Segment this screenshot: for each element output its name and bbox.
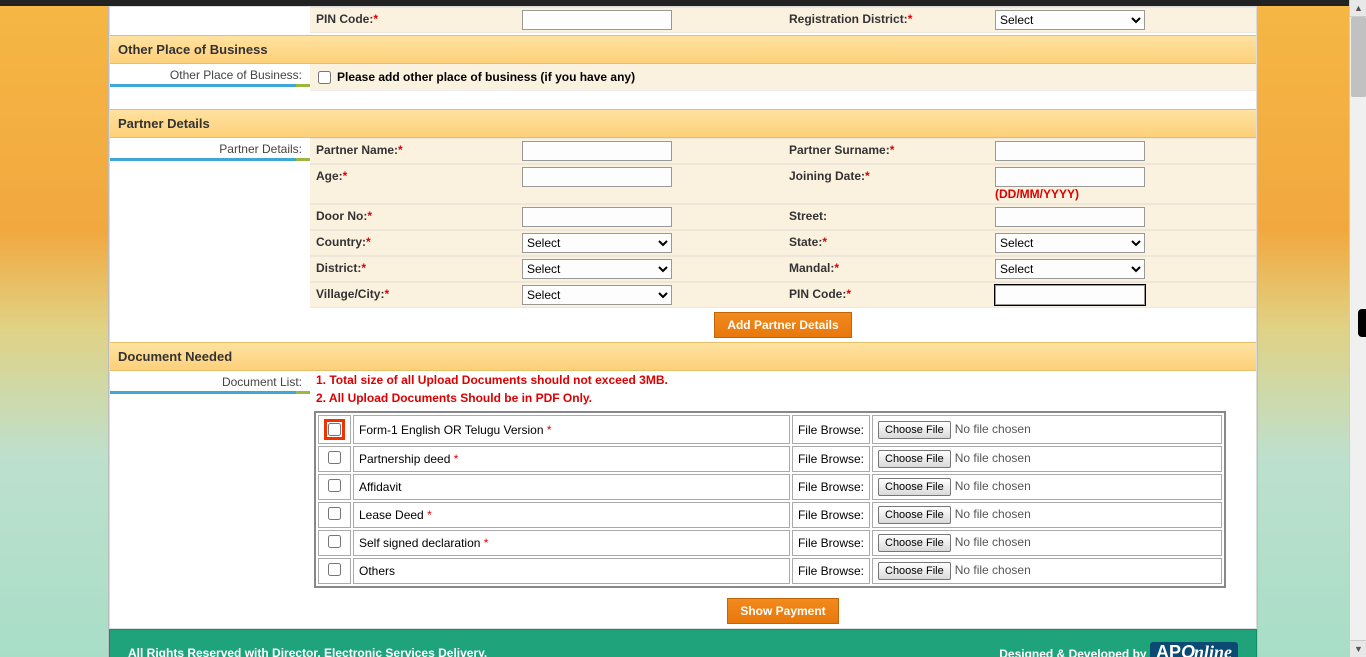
doc-table: Form-1 English OR Telugu Version * File B…: [314, 411, 1226, 588]
opb-checkbox[interactable]: [318, 71, 331, 84]
add-partner-button[interactable]: Add Partner Details: [714, 312, 851, 338]
door-input[interactable]: [522, 207, 672, 227]
no-file-text: No file chosen: [955, 535, 1031, 549]
doc-checkbox[interactable]: [328, 479, 341, 492]
joining-hint: (DD/MM/YYYY): [995, 187, 1254, 201]
doc-checkbox[interactable]: [328, 563, 341, 576]
scroll-down-arrow[interactable]: ▼: [1350, 640, 1366, 657]
mandal-select[interactable]: Select: [995, 259, 1145, 279]
joining-label: Joining Date:: [789, 169, 865, 183]
footer-right: Designed & Developed by: [999, 647, 1146, 657]
footer: All Rights Reserved with Director, Elect…: [109, 629, 1257, 657]
age-label: Age:: [316, 169, 343, 183]
choose-file-button[interactable]: Choose File: [878, 534, 951, 552]
doc-required-mark: *: [427, 508, 432, 522]
doc-name: Affidavit: [359, 480, 401, 494]
partner-surname-label: Partner Surname:: [789, 143, 890, 157]
joining-date-input[interactable]: [995, 167, 1145, 187]
no-file-text: No file chosen: [955, 563, 1031, 577]
pincode2-label: PIN Code:: [789, 287, 846, 301]
doc-name: Form-1 English OR Telugu Version: [359, 423, 547, 437]
doc-section-header: Document Needed: [110, 342, 1256, 371]
mandal-label: Mandal:: [789, 261, 834, 275]
scroll-thumb[interactable]: [1351, 17, 1366, 97]
doc-row: Others File Browse: Choose File No file cho…: [318, 558, 1222, 584]
doc-required-mark: *: [547, 423, 552, 437]
district-select[interactable]: Select: [522, 259, 672, 279]
partner-section-header: Partner Details: [110, 109, 1256, 138]
country-select[interactable]: Select: [522, 233, 672, 253]
partner-surname-input[interactable]: [995, 141, 1145, 161]
file-browse-label: File Browse:: [792, 558, 870, 584]
file-browse-label: File Browse:: [792, 502, 870, 528]
partner-pincode-input[interactable]: [995, 285, 1145, 305]
doc-side-label: Document List:: [110, 371, 310, 394]
doc-note-1: 1. Total size of all Upload Documents sh…: [310, 371, 1256, 389]
partner-name-input[interactable]: [522, 141, 672, 161]
show-payment-button[interactable]: Show Payment: [727, 598, 838, 624]
doc-row: Lease Deed * File Browse: Choose File No fi…: [318, 502, 1222, 528]
choose-file-button[interactable]: Choose File: [878, 478, 951, 496]
choose-file-button[interactable]: Choose File: [878, 421, 951, 439]
doc-checkbox[interactable]: [328, 535, 341, 548]
doc-row: Partnership deed * File Browse: Choose Fil…: [318, 446, 1222, 472]
reg-district-label: Registration District:: [789, 12, 908, 26]
doc-name: Others: [359, 564, 395, 578]
state-label: State:: [789, 235, 822, 249]
doc-checkbox[interactable]: [328, 423, 341, 436]
file-browse-label: File Browse:: [792, 446, 870, 472]
doc-checkbox[interactable]: [328, 451, 341, 464]
no-file-text: No file chosen: [955, 507, 1031, 521]
country-label: Country:: [316, 235, 366, 249]
doc-checkbox[interactable]: [328, 507, 341, 520]
village-select[interactable]: Select: [522, 285, 672, 305]
footer-left: All Rights Reserved with Director, Elect…: [128, 646, 487, 657]
file-browse-label: File Browse:: [792, 415, 870, 444]
pincode-label: PIN Code:: [316, 12, 373, 26]
doc-required-mark: *: [484, 536, 489, 550]
no-file-text: No file chosen: [955, 479, 1031, 493]
partner-name-label: Partner Name:: [316, 143, 398, 157]
no-file-text: No file chosen: [955, 422, 1031, 436]
doc-name: Lease Deed: [359, 508, 427, 522]
street-input[interactable]: [995, 207, 1145, 227]
door-label: Door No:: [316, 209, 367, 223]
pincode-input-top[interactable]: [522, 10, 672, 30]
village-label: Village/City:: [316, 287, 384, 301]
street-label: Street:: [789, 209, 827, 223]
aponline-brand: APOnline: [1150, 642, 1238, 657]
district-label: District:: [316, 261, 361, 275]
partner-side-label: Partner Details:: [110, 138, 310, 161]
doc-required-mark: *: [454, 452, 459, 466]
reg-district-select[interactable]: Select: [995, 10, 1145, 30]
doc-name: Partnership deed: [359, 452, 454, 466]
opb-checkbox-label: Please add other place of business (if y…: [337, 70, 635, 84]
no-file-text: No file chosen: [955, 451, 1031, 465]
choose-file-button[interactable]: Choose File: [878, 450, 951, 468]
state-select[interactable]: Select: [995, 233, 1145, 253]
doc-row: Affidavit File Browse: Choose File No file …: [318, 474, 1222, 500]
doc-row: Form-1 English OR Telugu Version * File B…: [318, 415, 1222, 444]
doc-name: Self signed declaration: [359, 536, 484, 550]
file-browse-label: File Browse:: [792, 530, 870, 556]
choose-file-button[interactable]: Choose File: [878, 562, 951, 580]
choose-file-button[interactable]: Choose File: [878, 506, 951, 524]
opb-side-label: Other Place of Business:: [110, 64, 310, 87]
opb-section-header: Other Place of Business: [110, 35, 1256, 64]
doc-row: Self signed declaration * File Browse: Cho…: [318, 530, 1222, 556]
doc-note-2: 2. All Upload Documents Should be in PDF…: [310, 389, 1256, 407]
scroll-up-arrow[interactable]: ▲: [1350, 0, 1366, 17]
file-browse-label: File Browse:: [792, 474, 870, 500]
highlighted-checkbox-wrap: [324, 419, 345, 440]
age-input[interactable]: [522, 167, 672, 187]
